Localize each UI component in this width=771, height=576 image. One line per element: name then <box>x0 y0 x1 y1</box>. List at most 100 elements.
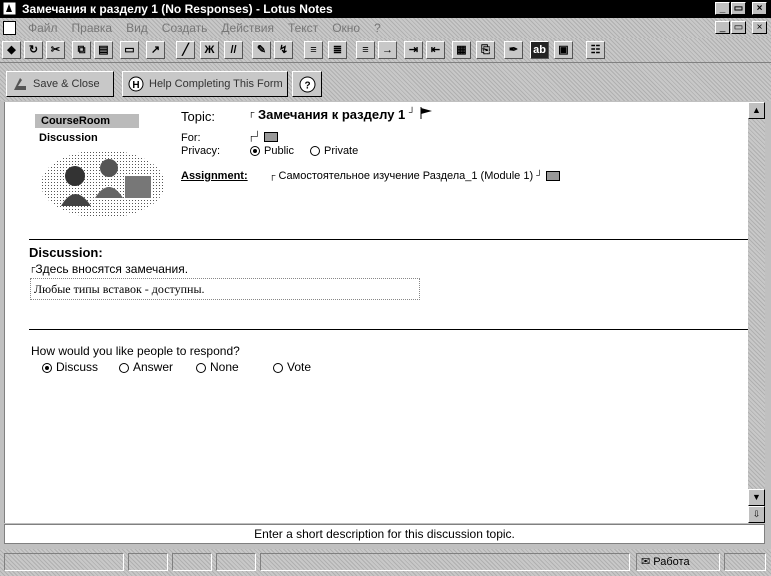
privacy-public-label: Public <box>264 145 294 157</box>
field-end-marker: ┘ <box>408 107 416 117</box>
privacy-private-radio[interactable] <box>310 146 320 157</box>
status-panel-3[interactable] <box>216 553 256 571</box>
vertical-scrollbar[interactable]: ▲ ▼ ⇩ <box>748 102 765 523</box>
respond-answer-radio[interactable] <box>119 362 129 373</box>
menu-help[interactable]: ? <box>372 21 383 35</box>
help-icon: ? <box>299 76 316 93</box>
address-book-icon[interactable] <box>263 132 278 143</box>
save-icon[interactable]: ◆ <box>2 41 21 59</box>
discussion-text-value: Здесь вносятся замечания. <box>35 262 189 276</box>
assignment-field[interactable]: ┌ Самостоятельное изучение Раздела_1 (Mo… <box>269 170 560 182</box>
section-divider <box>29 239 750 240</box>
lotus-notes-icon[interactable] <box>2 1 17 16</box>
menu-bar: Файл Правка Вид Создать Действия Текст О… <box>0 18 771 38</box>
title-bar: Замечания к разделу 1 (No Responses) - L… <box>0 0 771 18</box>
status-panel-1[interactable] <box>128 553 168 571</box>
respond-discuss-radio[interactable] <box>42 362 52 373</box>
flag-icon <box>420 107 432 119</box>
document-icon[interactable] <box>3 21 16 35</box>
menu-window[interactable]: Окно <box>330 21 362 35</box>
dropdown-icon[interactable] <box>545 171 560 182</box>
respond-vote-radio[interactable] <box>273 362 283 373</box>
scroll-down-button[interactable]: ▼ <box>748 489 765 506</box>
assignment-colon: : <box>243 170 248 182</box>
bold-icon[interactable]: Ж <box>200 41 219 59</box>
abc-icon[interactable]: ab <box>530 41 549 59</box>
field-end-marker: ┘ <box>254 131 261 141</box>
discussion-body-field[interactable]: Любые типы вставок - доступны. <box>30 278 420 300</box>
location-panel[interactable]: ✉ Работа <box>636 553 720 571</box>
respond-vote-option[interactable]: Vote <box>273 360 311 374</box>
courseroom-logo: CourseRoom Discussion <box>35 110 167 222</box>
privacy-private-option[interactable]: Private <box>310 145 358 157</box>
menu-view[interactable]: Вид <box>124 21 150 35</box>
status-panel-2[interactable] <box>172 553 212 571</box>
stop-icon[interactable]: ✂ <box>46 41 65 59</box>
italic-icon[interactable]: // <box>224 41 243 59</box>
assignment-link[interactable]: Assignment: <box>181 170 248 182</box>
privacy-public-option[interactable]: Public <box>250 145 294 157</box>
copy-icon[interactable]: ⧉ <box>72 41 91 59</box>
format-icon[interactable]: ↯ <box>274 41 293 59</box>
for-field[interactable]: ┌┘ <box>248 131 278 143</box>
menu-file[interactable]: Файл <box>26 21 60 35</box>
highlight-icon[interactable]: ✎ <box>252 41 271 59</box>
help-completing-label: Help Completing This Form <box>149 78 283 90</box>
scroll-page-button[interactable]: ⇩ <box>748 506 765 523</box>
respond-none-radio[interactable] <box>196 362 206 373</box>
paste-icon[interactable]: ▤ <box>94 41 113 59</box>
doc-minimize-button[interactable]: _ <box>715 21 730 34</box>
logo-discussion-text: Discussion <box>39 132 98 144</box>
doc-restore-button[interactable]: ▭ <box>731 21 746 34</box>
indent-icon[interactable]: ⇥ <box>404 41 423 59</box>
align-left-icon[interactable]: ≡ <box>356 41 375 59</box>
respond-discuss-option[interactable]: Discuss <box>42 360 98 374</box>
svg-text:?: ? <box>304 81 310 92</box>
window-title: Замечания к разделу 1 (No Responses) - L… <box>22 2 333 16</box>
mail-panel[interactable] <box>724 553 766 571</box>
bullets-icon[interactable]: ≡ <box>304 41 323 59</box>
maximize-button[interactable]: ▭ <box>731 2 746 15</box>
help-button[interactable]: ? <box>292 71 322 97</box>
properties-icon[interactable]: ☷ <box>586 41 605 59</box>
discussion-body-value: Любые типы вставок - доступны. <box>34 282 205 296</box>
link-icon[interactable]: ↗ <box>146 41 165 59</box>
respond-answer-option[interactable]: Answer <box>119 360 173 374</box>
help-completing-button[interactable]: H Help Completing This Form <box>122 71 288 97</box>
save-close-label: Save & Close <box>33 78 100 90</box>
line-icon[interactable]: ╱ <box>176 41 195 59</box>
discussion-text: ┌Здесь вносятся замечания. <box>29 262 188 276</box>
respond-vote-label: Vote <box>287 360 312 374</box>
status-panel-message[interactable] <box>4 553 124 571</box>
minimize-button[interactable]: _ <box>715 2 730 15</box>
scroll-up-button[interactable]: ▲ <box>748 102 765 119</box>
attach-icon[interactable]: ⎘ <box>476 41 495 59</box>
menu-create[interactable]: Создать <box>160 21 210 35</box>
topic-field[interactable]: ┌ Замечания к разделу 1 ┘ <box>248 107 433 122</box>
field-help-text: Enter a short description for this discu… <box>4 524 765 544</box>
save-close-button[interactable]: Save & Close <box>6 71 114 97</box>
privacy-label: Privacy: <box>181 145 221 157</box>
pen-icon[interactable]: ✒ <box>504 41 523 59</box>
close-button[interactable]: × <box>752 2 767 15</box>
menu-actions[interactable]: Действия <box>219 21 276 35</box>
menu-text[interactable]: Текст <box>286 21 320 35</box>
respond-none-option[interactable]: None <box>196 360 239 374</box>
status-panel-main[interactable] <box>260 553 630 571</box>
menu-edit[interactable]: Правка <box>70 21 115 35</box>
outdent-icon[interactable]: ⇤ <box>426 41 445 59</box>
field-start-marker: ┌ <box>248 107 255 117</box>
table-icon[interactable]: ▦ <box>452 41 471 59</box>
doc-close-button[interactable]: × <box>752 21 767 34</box>
assignment-value: Самостоятельное изучение Раздела_1 (Modu… <box>278 170 534 182</box>
privacy-public-radio[interactable] <box>250 146 260 157</box>
align-center-icon[interactable]: → <box>378 41 397 59</box>
status-bar: ✉ Работа <box>0 549 771 576</box>
print-icon[interactable]: ▭ <box>120 41 139 59</box>
discussion-people-icon <box>41 150 165 218</box>
screen-icon[interactable]: ▣ <box>554 41 573 59</box>
field-end-marker: ┘ <box>536 170 543 180</box>
numbering-icon[interactable]: ≣ <box>328 41 347 59</box>
section-divider <box>29 329 750 330</box>
refresh-icon[interactable]: ↻ <box>24 41 43 59</box>
